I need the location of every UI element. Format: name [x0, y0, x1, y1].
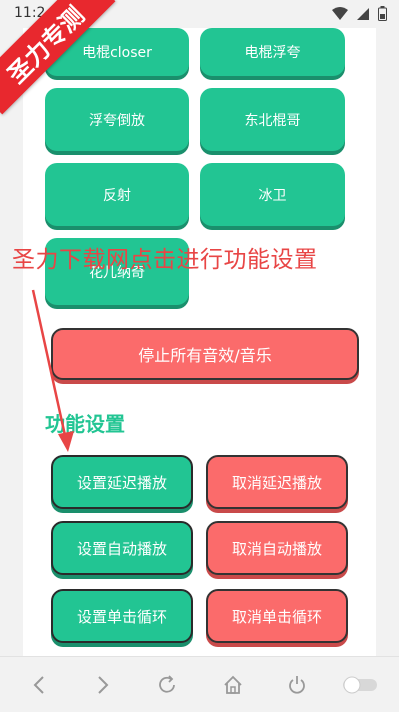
- wifi-icon: [332, 6, 348, 25]
- home-icon[interactable]: [218, 670, 248, 700]
- button-label: 反射: [103, 187, 131, 204]
- button-label: 取消自动播放: [231, 539, 322, 558]
- stop-all-button[interactable]: 停止所有音效/音乐: [51, 328, 359, 380]
- power-icon[interactable]: [282, 670, 312, 700]
- signal-icon: [356, 6, 370, 25]
- sound-button-bingwei[interactable]: 冰卫: [200, 163, 345, 226]
- cancel-delay-button[interactable]: 取消延迟播放: [206, 455, 348, 509]
- content-panel: 电棍closer 电棍浮夸 浮夸倒放 东北棍哥 反射 冰卫 花儿纳奇 停止所有音…: [23, 28, 376, 656]
- set-delay-button[interactable]: 设置延迟播放: [51, 455, 193, 509]
- button-label: 设置自动播放: [76, 539, 167, 558]
- sound-button-fukua-daofang[interactable]: 浮夸倒放: [45, 88, 189, 151]
- browser-nav-bar: [0, 656, 399, 712]
- button-label: 电棍浮夸: [244, 45, 301, 61]
- battery-icon: [378, 6, 387, 25]
- cancel-auto-button[interactable]: 取消自动播放: [206, 521, 348, 575]
- section-title: 功能设置: [45, 412, 125, 436]
- annotation-text: 圣力下载网点击进行功能设置: [12, 247, 318, 273]
- status-icons: [332, 6, 387, 25]
- button-label: 电棍closer: [82, 45, 152, 61]
- sound-button-fanshe[interactable]: 反射: [45, 163, 189, 226]
- sound-button-dianggun-fukua[interactable]: 电棍浮夸: [200, 28, 345, 76]
- forward-icon[interactable]: [88, 670, 118, 700]
- set-auto-button[interactable]: 设置自动播放: [51, 521, 193, 575]
- button-label: 冰卫: [258, 187, 287, 204]
- button-label: 设置延迟播放: [76, 473, 167, 492]
- button-label: 浮夸倒放: [89, 112, 145, 129]
- button-label: 取消单击循环: [231, 607, 322, 626]
- button-label: 东北棍哥: [244, 112, 301, 129]
- button-label: 设置单击循环: [76, 607, 167, 626]
- cancel-loop-button[interactable]: 取消单击循环: [206, 589, 348, 643]
- button-label: 停止所有音效/音乐: [138, 346, 272, 365]
- toggle-icon[interactable]: [340, 670, 380, 700]
- set-loop-button[interactable]: 设置单击循环: [51, 589, 193, 643]
- back-icon[interactable]: [24, 670, 54, 700]
- button-label: 取消延迟播放: [231, 473, 322, 492]
- sound-button-dongbei-gunge[interactable]: 东北棍哥: [200, 88, 345, 151]
- refresh-icon[interactable]: [152, 670, 182, 700]
